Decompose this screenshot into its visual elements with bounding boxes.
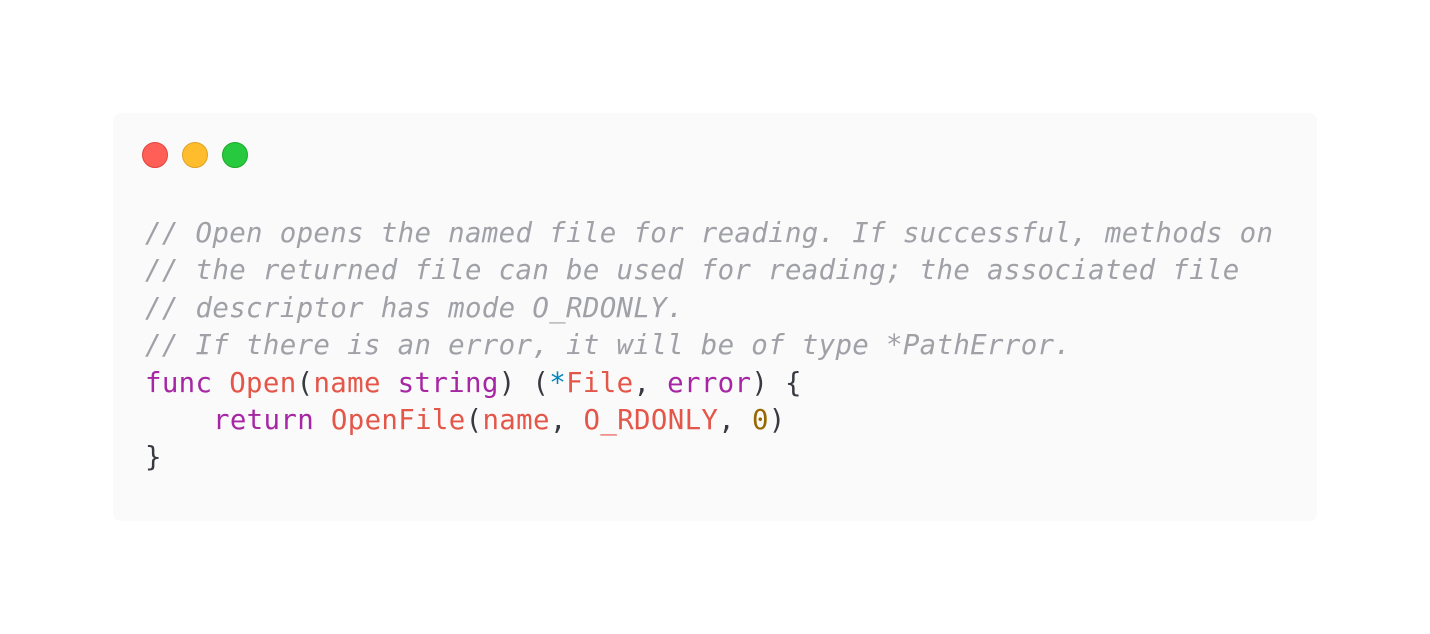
code-block: // Open opens the named file for reading… xyxy=(145,215,1273,477)
comment-line: // descriptor has mode O_RDONLY. xyxy=(145,292,684,324)
param-name: name xyxy=(313,367,381,399)
return-keyword: return xyxy=(213,404,315,436)
paren: ) xyxy=(751,367,769,399)
zoom-dot-icon[interactable] xyxy=(222,142,248,168)
paren: ) xyxy=(768,404,786,436)
closing-brace-line: } xyxy=(145,442,162,474)
arg-number: 0 xyxy=(751,404,769,436)
error-type: error xyxy=(667,367,752,399)
comment-line: // the returned file can be used for rea… xyxy=(145,255,1240,287)
comma: , xyxy=(718,404,736,436)
comment-line: // Open opens the named file for reading… xyxy=(145,218,1274,249)
call-name: OpenFile xyxy=(330,404,466,436)
param-type: string xyxy=(397,367,499,399)
code-window: // Open opens the named file for reading… xyxy=(113,113,1317,521)
comma: , xyxy=(549,404,567,436)
arg-constant: O_RDONLY xyxy=(583,404,719,436)
paren: ( xyxy=(532,367,550,399)
result-type: File xyxy=(566,367,634,399)
minimize-dot-icon[interactable] xyxy=(182,142,208,168)
arg-name: name xyxy=(482,404,550,436)
function-name: Open xyxy=(229,367,297,399)
close-dot-icon[interactable] xyxy=(142,142,168,168)
paren: ( xyxy=(296,367,314,399)
pointer-operator: * xyxy=(549,367,567,399)
window-controls xyxy=(142,142,248,168)
func-signature-line: func Open(name string) (*File, error) { xyxy=(145,365,1273,402)
paren: ) xyxy=(498,367,516,399)
func-keyword: func xyxy=(145,367,213,399)
paren: ( xyxy=(465,404,483,436)
comma: , xyxy=(633,367,651,399)
comment-line: // If there is an error, it will be of t… xyxy=(145,330,1072,362)
brace: { xyxy=(785,367,802,399)
return-line: return OpenFile(name, O_RDONLY, 0) xyxy=(145,402,1273,439)
